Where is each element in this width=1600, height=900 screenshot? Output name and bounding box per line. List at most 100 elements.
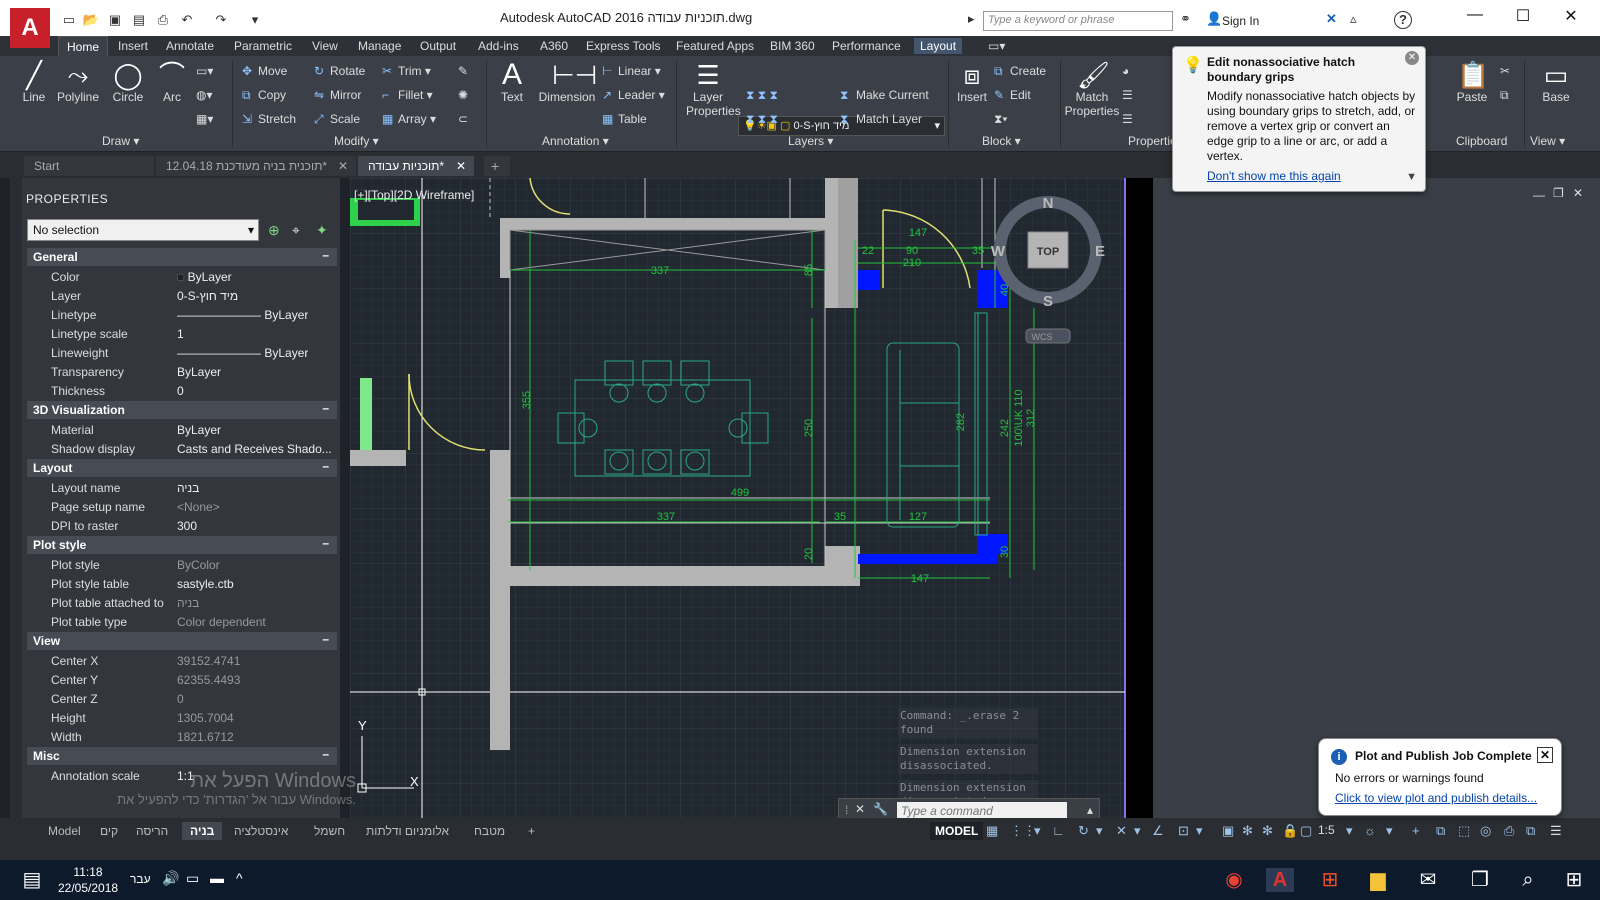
view-panel-label[interactable]: View ▾ <box>1530 134 1565 148</box>
property-row[interactable]: Thickness 0 <box>27 382 337 401</box>
compass-north-label[interactable]: N <box>1043 195 1054 212</box>
tab-layout[interactable]: Layout <box>914 38 963 54</box>
property-row[interactable]: Height 1305.7004 <box>27 709 337 728</box>
taskbar-clock[interactable]: 11:18 22/05/2018 <box>58 864 118 896</box>
plot-notification-icon[interactable]: ⎙ <box>1504 823 1514 839</box>
layout-tab[interactable]: קים <box>92 822 126 840</box>
tab-view[interactable]: View <box>306 38 344 54</box>
chevron-down-icon[interactable]: ▾ <box>1386 823 1393 839</box>
tab-output[interactable]: Output <box>414 38 462 54</box>
close-icon[interactable]: ✕ <box>1537 747 1553 763</box>
property-row[interactable]: Layout name בניה <box>27 479 337 498</box>
property-row[interactable]: Material ByLayer <box>27 421 337 440</box>
search-icon[interactable]: ⌕ <box>1514 868 1542 892</box>
offset-icon[interactable]: ⊂ <box>458 112 468 126</box>
store-icon[interactable]: ⊞ <box>1316 868 1344 892</box>
ortho-icon[interactable]: ∟ <box>1052 823 1065 838</box>
dont-show-again-link[interactable]: Don't show me this again <box>1207 169 1341 183</box>
volume-icon[interactable]: 🔊 <box>162 870 179 887</box>
erase-icon[interactable]: ✎ <box>458 64 468 78</box>
rotate-tool[interactable]: ↻ Rotate <box>314 64 365 78</box>
new-layout-button[interactable]: + <box>520 822 543 840</box>
property-row[interactable]: Plot table type Color dependent <box>27 613 337 632</box>
chevron-up-icon[interactable]: ^ <box>236 870 243 886</box>
isodraft-icon[interactable]: ✕ <box>1116 823 1127 839</box>
tab-add-ins[interactable]: Add-ins <box>472 38 525 54</box>
move-tool[interactable]: ✥ Move <box>242 64 287 78</box>
chevron-down-icon[interactable]: ▼ <box>1406 171 1417 183</box>
linear-tool[interactable]: ⊢ Linear ▾ <box>602 64 661 78</box>
layout-tab[interactable]: Model <box>40 822 89 840</box>
section-header-plot-style[interactable]: Plot style – <box>27 536 337 554</box>
wcs-label[interactable]: WCS <box>1032 332 1053 342</box>
chevron-down-icon[interactable]: ▾ <box>1096 823 1103 839</box>
compass-west-label[interactable]: W <box>991 243 1006 260</box>
tab-home[interactable]: Home <box>58 36 109 57</box>
hardware-acceleration-icon[interactable]: ⧉ <box>1436 823 1445 839</box>
property-row[interactable]: Page setup name <None> <box>27 498 337 517</box>
battery-icon[interactable]: ▬ <box>210 870 224 886</box>
polar-icon[interactable]: ↻ <box>1078 823 1089 839</box>
stretch-tool[interactable]: ⇲ Stretch <box>242 112 296 126</box>
layout-tab[interactable]: אינסטלציה <box>226 822 296 840</box>
circle-tool[interactable]: ◯ Circle <box>108 60 148 104</box>
annotation-scale-value[interactable]: 1:5 <box>1318 823 1335 837</box>
property-row[interactable]: Linetype ——————— ByLayer <box>27 306 337 325</box>
mail-icon[interactable]: ✉ <box>1414 868 1442 892</box>
compass-east-label[interactable]: E <box>1095 243 1105 260</box>
layers-panel-label[interactable]: Layers ▾ <box>788 134 833 148</box>
clean-screen-icon[interactable]: ⧉ <box>1526 823 1535 839</box>
chevron-down-icon[interactable]: ▾ <box>1346 823 1353 839</box>
viewcube-top-label[interactable]: TOP <box>1037 246 1059 258</box>
maximize-button[interactable]: ☐ <box>1508 6 1538 28</box>
chevron-down-icon[interactable]: ▾ <box>1134 823 1141 839</box>
model-space-toggle[interactable]: MODEL <box>930 822 984 840</box>
mirror-tool[interactable]: ⇋ Mirror <box>314 88 361 102</box>
workspace-icon[interactable]: ☼ <box>1364 823 1376 838</box>
object-snap-icon[interactable]: ⊡ <box>1178 823 1189 839</box>
quick-properties-icon[interactable]: ◎ <box>1480 823 1491 839</box>
lineweight-toggle-icon[interactable]: ▣ <box>1222 823 1234 839</box>
make-current-tool[interactable]: ⧗ Make Current <box>840 88 929 103</box>
property-row[interactable]: Plot style ByColor <box>27 556 337 575</box>
collapse-icon[interactable]: – <box>322 632 329 646</box>
dimension-tool[interactable]: ⊢⊣ Dimension <box>534 60 600 104</box>
close-button[interactable]: ✕ <box>1556 6 1586 28</box>
input-language[interactable]: עבר <box>130 872 151 886</box>
chrome-icon[interactable]: ◉ <box>1220 868 1248 892</box>
redo-icon[interactable]: ↷ <box>212 12 230 28</box>
ribbon-options-icon[interactable]: ▭▾ <box>982 38 1011 54</box>
help-button[interactable]: ? <box>1394 11 1412 29</box>
select-objects-icon[interactable]: ⌖ <box>292 222 300 239</box>
tab-performance[interactable]: Performance <box>826 38 907 54</box>
scale-tool[interactable]: ⤢ Scale <box>314 112 360 127</box>
tab-a360[interactable]: A360 <box>534 38 574 54</box>
close-icon[interactable]: ✕ <box>338 159 348 173</box>
wrench-icon[interactable]: 🔧 <box>873 802 888 816</box>
trim-tool[interactable]: ✂ Trim ▾ <box>382 64 431 78</box>
section-header-3d-visualization[interactable]: 3D Visualization – <box>27 401 337 419</box>
command-input[interactable] <box>897 802 1067 819</box>
layout-tab[interactable]: בניה <box>182 822 223 840</box>
copy-tool[interactable]: ⧉ Copy <box>242 88 286 103</box>
layout-tab[interactable]: מטבח <box>466 822 513 840</box>
cut-icon[interactable]: ✂ <box>1500 64 1510 78</box>
table-tool[interactable]: ▦ Table <box>602 112 647 126</box>
grip-icon[interactable]: ⁞ <box>845 803 848 817</box>
linetype-icon[interactable]: ☰ <box>1122 112 1133 126</box>
new-tab-button[interactable]: + <box>484 156 510 176</box>
property-row[interactable]: Plot table attached to בניה <box>27 594 337 613</box>
lineweight-icon[interactable]: ☰ <box>1122 88 1133 102</box>
match-layer-tool[interactable]: ⧗ Match Layer <box>840 112 922 127</box>
object-snap-tracking-icon[interactable]: ∠ <box>1152 823 1164 839</box>
block-panel-label[interactable]: Block ▾ <box>982 134 1021 148</box>
property-row[interactable]: Color ■ ByLayer <box>27 268 337 287</box>
section-header-misc[interactable]: Misc – <box>27 747 337 765</box>
application-menu-button[interactable]: A <box>10 8 50 48</box>
tab-manage[interactable]: Manage <box>352 38 407 54</box>
property-row[interactable]: Center Z 0 <box>27 690 337 709</box>
palette-title-strip[interactable] <box>10 178 22 818</box>
exchange-icon[interactable]: ✕ <box>1326 11 1337 27</box>
collapse-icon[interactable]: – <box>322 536 329 550</box>
clipboard-panel-label[interactable]: Clipboard <box>1456 134 1507 148</box>
